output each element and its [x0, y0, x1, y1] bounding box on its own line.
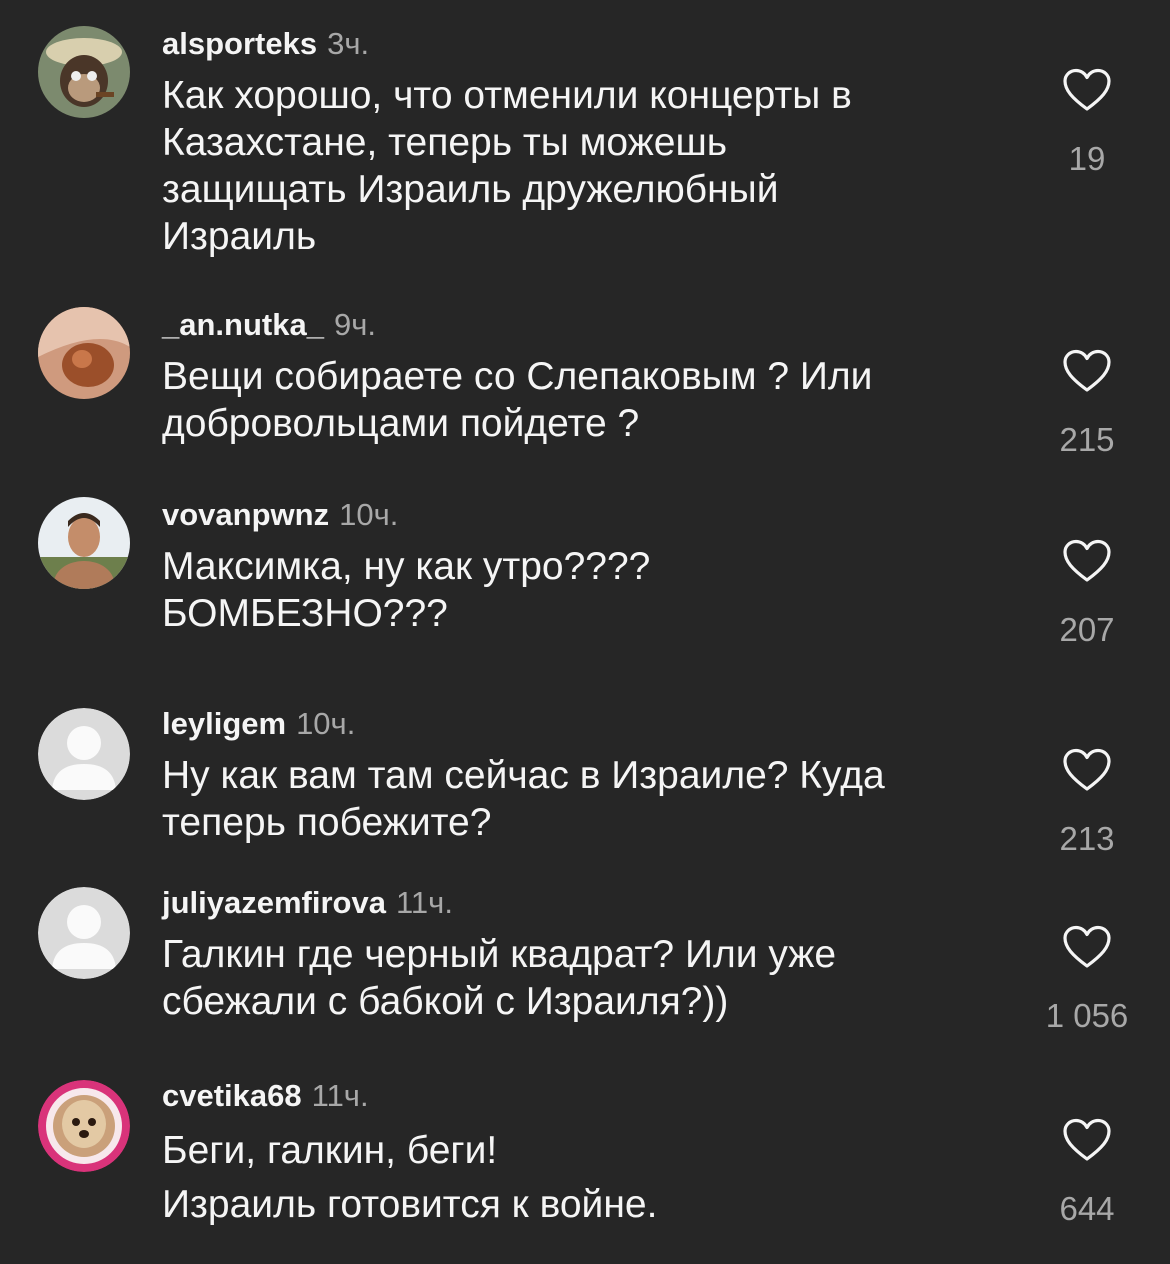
comment-meta: alsporteks 3ч. — [162, 26, 369, 62]
username[interactable]: vovanpwnz — [162, 497, 329, 532]
comment-item: juliyazemfirova 11ч. Галкин где черный кв… — [0, 885, 1170, 1045]
heart-icon[interactable] — [1062, 68, 1112, 112]
heart-icon[interactable] — [1062, 1118, 1112, 1162]
default-avatar-icon — [38, 887, 130, 979]
like-count: 207 — [1059, 611, 1115, 648]
username[interactable]: alsporteks — [162, 26, 317, 61]
timestamp: 10ч. — [296, 706, 356, 741]
like-area: 207 — [1032, 539, 1142, 649]
comment-text: Максимка, ну как утро???? БОМБЕЗНО??? — [162, 545, 651, 635]
username[interactable]: juliyazemfirova — [162, 885, 386, 920]
username[interactable]: cvetika68 — [162, 1078, 302, 1113]
like-count: 213 — [1059, 820, 1115, 857]
comment-meta: _an.nutka_ 9ч. — [162, 307, 376, 343]
comment-text: Как хорошо, что отменили концерты в Каза… — [162, 74, 852, 258]
avatar[interactable] — [38, 887, 130, 979]
comment-item: vovanpwnz 10ч. Максимка, ну как утро???? … — [0, 497, 1170, 657]
default-avatar-icon — [38, 708, 130, 800]
timestamp: 9ч. — [333, 307, 376, 342]
comment-text: Ну как вам там сейчас в Израиле? Куда те… — [162, 754, 885, 844]
like-count: 19 — [1068, 140, 1106, 177]
heart-icon[interactable] — [1062, 349, 1112, 393]
timestamp: 11ч. — [311, 1078, 369, 1113]
comment-meta: juliyazemfirova 11ч. — [162, 885, 453, 921]
avatar[interactable] — [38, 307, 130, 399]
timestamp: 11ч. — [395, 885, 453, 920]
comment-meta: vovanpwnz 10ч. — [162, 497, 398, 533]
comment-item: leyligem 10ч. Ну как вам там сейчас в Изр… — [0, 706, 1170, 866]
comment-text: Вещи собираете со Слепаковым ? Или добро… — [162, 355, 873, 445]
like-count: 215 — [1059, 421, 1115, 458]
heart-icon[interactable] — [1062, 539, 1112, 583]
avatar[interactable] — [38, 26, 130, 118]
comment-item: cvetika68 11ч. Беги, галкин, беги! Израил… — [0, 1078, 1170, 1258]
comment-text: Галкин где черный квадрат? Или уже сбежа… — [162, 933, 837, 1023]
heart-icon[interactable] — [1062, 748, 1112, 792]
timestamp: 10ч. — [339, 497, 399, 532]
comment-meta: leyligem 10ч. — [162, 706, 355, 742]
like-area: 644 — [1032, 1118, 1142, 1228]
username[interactable]: _an.nutka_ — [162, 307, 324, 342]
comment-text: Беги, галкин, беги! Израиль готовится к … — [162, 1129, 658, 1226]
avatar[interactable] — [38, 1080, 130, 1172]
like-area: 19 — [1032, 68, 1142, 178]
like-area: 213 — [1032, 748, 1142, 858]
comment-meta: cvetika68 11ч. — [162, 1078, 369, 1114]
comment-item: alsporteks 3ч. Как хорошо, что отменили к… — [0, 26, 1170, 276]
timestamp: 3ч. — [327, 26, 370, 61]
comment-item: _an.nutka_ 9ч. Вещи собираете со Слепаков… — [0, 307, 1170, 467]
like-area: 1 056 — [1032, 925, 1142, 1035]
username[interactable]: leyligem — [162, 706, 286, 741]
like-area: 215 — [1032, 349, 1142, 459]
avatar[interactable] — [38, 497, 130, 589]
like-count: 644 — [1059, 1190, 1115, 1227]
avatar[interactable] — [38, 708, 130, 800]
like-count: 1 056 — [1045, 997, 1129, 1034]
heart-icon[interactable] — [1062, 925, 1112, 969]
